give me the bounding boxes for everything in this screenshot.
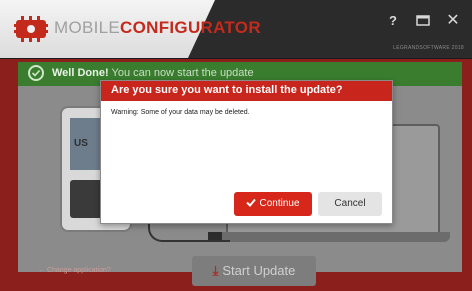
close-button[interactable]: ✕ bbox=[442, 10, 464, 32]
checkmark-icon bbox=[246, 198, 257, 207]
restore-button[interactable] bbox=[412, 10, 434, 32]
cancel-button[interactable]: Cancel bbox=[318, 192, 382, 216]
start-update-label: Start Update bbox=[222, 263, 296, 278]
brand-suffix: CONFIGURATOR bbox=[120, 18, 261, 37]
dialog-title: Are you sure you want to install the upd… bbox=[111, 84, 343, 96]
laptop-base bbox=[214, 232, 450, 242]
start-update-button[interactable]: ⤓ Start Update bbox=[192, 256, 316, 286]
notification-message: You can now start the update bbox=[111, 67, 254, 79]
confirm-dialog: Are you sure you want to install the upd… bbox=[100, 80, 393, 224]
change-application-link[interactable]: ← Change application? bbox=[38, 267, 111, 274]
copyright-text: LEGRANDSOFTWARE 2018 bbox=[393, 45, 464, 51]
notification-strong: Well Done! bbox=[52, 67, 109, 79]
app-window: MOBILECONFIGURATOR ? ✕ LEGRANDSOFTWARE 2… bbox=[0, 0, 472, 291]
title-bar: MOBILECONFIGURATOR ? ✕ LEGRANDSOFTWARE 2… bbox=[0, 0, 472, 59]
app-brand: MOBILECONFIGURATOR bbox=[54, 18, 261, 38]
check-circle-icon bbox=[28, 65, 44, 81]
logo-icon bbox=[14, 16, 48, 42]
brand-prefix: MOBILE bbox=[54, 18, 121, 37]
continue-label: Continue bbox=[259, 198, 300, 209]
notification-text: Well Done! You can now start the update bbox=[52, 67, 254, 79]
help-button[interactable]: ? bbox=[382, 10, 404, 32]
download-icon: ⤓ bbox=[212, 263, 219, 278]
restore-window-icon bbox=[416, 15, 430, 26]
dialog-header: Are you sure you want to install the upd… bbox=[101, 81, 392, 101]
usb-plug bbox=[208, 232, 222, 240]
phone-screen-text: US bbox=[74, 138, 88, 149]
continue-button[interactable]: Continue bbox=[234, 192, 312, 216]
dialog-message: Warning: Some of your data may be delete… bbox=[111, 109, 250, 116]
